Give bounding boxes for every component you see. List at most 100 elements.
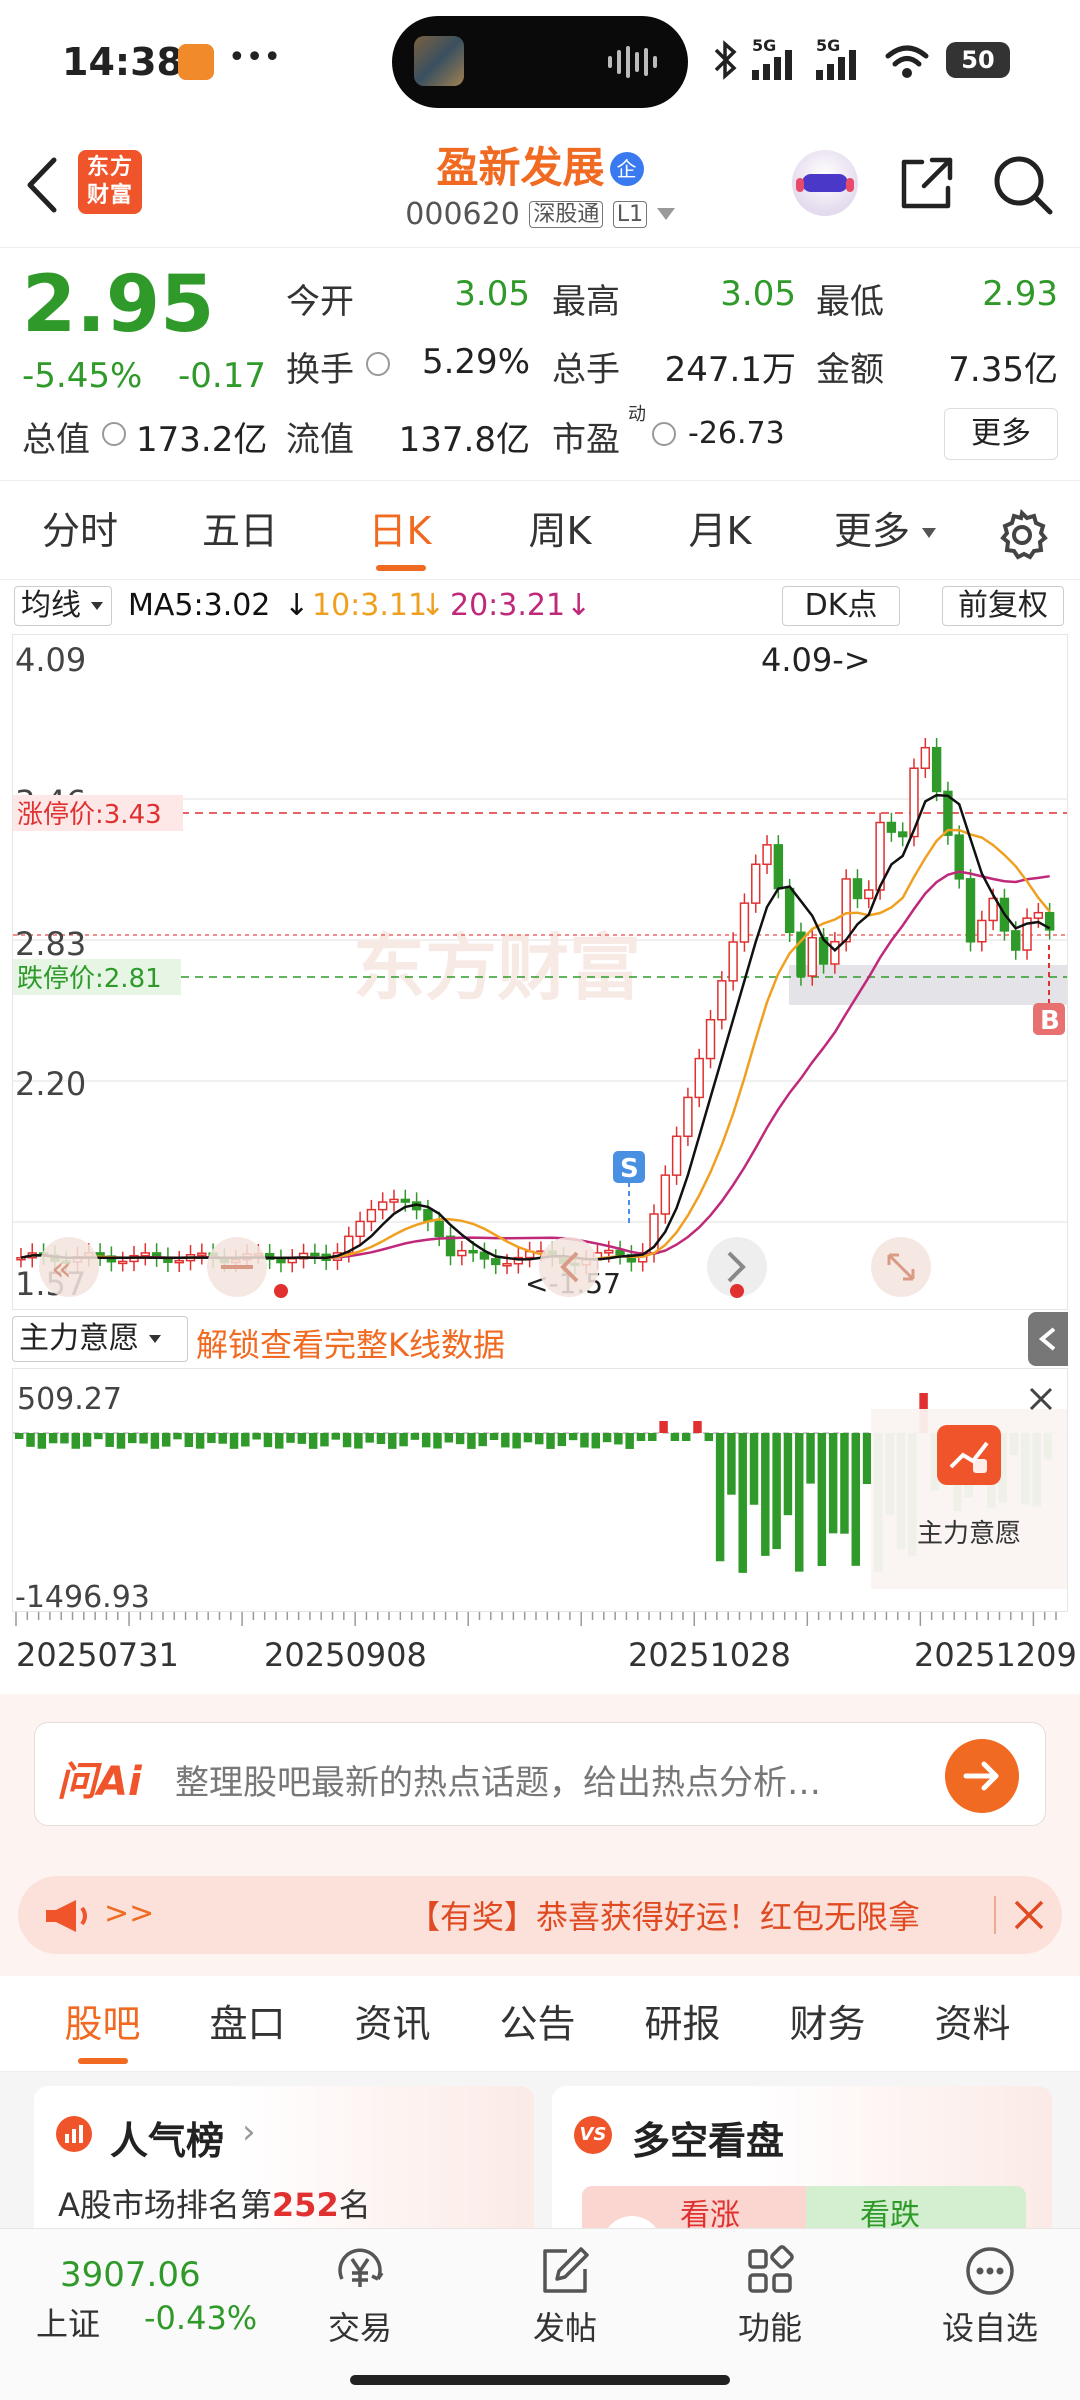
- popularity-rank-line: A股市场排名第252名: [58, 2180, 371, 2226]
- kline-chart[interactable]: 东方财富 4.09 3.46 2.83 2.20 1.57 涨停价:3.43 跌…: [12, 634, 1068, 1310]
- kline-svg[interactable]: 东方财富 4.09 3.46 2.83 2.20 1.57 涨停价:3.43 跌…: [13, 635, 1068, 1310]
- bluetooth-icon: [714, 40, 737, 80]
- unlock-kline-link[interactable]: 解锁查看完整K线数据: [196, 1320, 505, 1366]
- ai-send-button[interactable]: [945, 1739, 1019, 1813]
- bull-button[interactable]: 看涨: [582, 2186, 806, 2228]
- share-icon[interactable]: [898, 154, 956, 212]
- candle-body: [671, 1135, 682, 1176]
- candle-body: [140, 1252, 151, 1257]
- candle-body: [400, 1198, 411, 1203]
- notice-text-clip: 【有奖】恭喜获得好运！红包无限拿: [408, 1892, 988, 1938]
- indicator-bar: [795, 1433, 804, 1572]
- section-tab-research[interactable]: 研报: [610, 1976, 755, 2072]
- nav-trade[interactable]: 交易: [300, 2229, 420, 2359]
- dk-point-button[interactable]: DK点: [782, 586, 900, 626]
- indicator-select[interactable]: 主力意愿: [12, 1316, 188, 1362]
- section-tab-guba[interactable]: 股吧: [30, 1976, 175, 2072]
- dropdown-caret-icon[interactable]: [656, 208, 675, 220]
- bear-button[interactable]: 看跌: [806, 2186, 1026, 2228]
- candle-body: [287, 1258, 297, 1264]
- ma-bar: 均线 MA5:3.02 ↓ 10:3.11 ↓ 20:3.21 ↓ DK点 前复…: [0, 580, 1080, 632]
- media-thumbnail: [414, 36, 464, 86]
- indicator-promo-card[interactable]: 主力意愿: [871, 1409, 1067, 1589]
- indicator-bar: [173, 1433, 182, 1440]
- tab-daily-k[interactable]: 日K: [320, 481, 480, 581]
- bull-bear-card[interactable]: VS 多空看盘 看涨 看跌: [552, 2086, 1052, 2228]
- tab-more[interactable]: 更多: [800, 481, 970, 581]
- tab-monthly-k-label: 月K: [688, 509, 752, 553]
- popularity-card[interactable]: 人气榜 › A股市场排名第252名: [34, 2086, 534, 2228]
- current-price: 2.95: [22, 260, 215, 350]
- indicator-bar: [806, 1433, 815, 1484]
- ma20-value: 20:3.21: [450, 588, 566, 623]
- ai-robot-avatar[interactable]: [792, 150, 858, 216]
- y-label-top: 4.09: [15, 641, 86, 679]
- candle-body: [683, 1096, 693, 1138]
- date-label-2: 20250908: [264, 1636, 427, 1674]
- tab-five-day[interactable]: 五日: [160, 481, 320, 581]
- adjustment-button[interactable]: 前复权: [942, 586, 1064, 626]
- high-label: 最高: [552, 282, 620, 322]
- limit-down-text: 跌停价:2.81: [17, 964, 162, 994]
- section-tab-finance[interactable]: 财务: [755, 1976, 900, 2072]
- search-icon[interactable]: [992, 154, 1054, 216]
- bear-label: 看跌: [860, 2198, 920, 2228]
- scroll-left-button[interactable]: [539, 1237, 599, 1297]
- section-tab-pankou[interactable]: 盘口: [175, 1976, 320, 2072]
- indicator-bar: [60, 1433, 69, 1444]
- indicator-chart[interactable]: 509.27 -1496.93 主力意愿: [12, 1368, 1068, 1612]
- indicator-bar: [681, 1433, 691, 1441]
- candle-body: [717, 980, 727, 1021]
- turnover-info-icon[interactable]: [366, 352, 390, 376]
- ma5-value: MA5:3.02: [128, 588, 271, 623]
- ai-question-box[interactable]: 问Ai 整理股吧最新的热点话题，给出热点分析…: [34, 1722, 1046, 1826]
- battery-indicator: 50: [946, 42, 1010, 78]
- indicator-bar: [263, 1433, 273, 1448]
- candle-body: [174, 1259, 184, 1264]
- open-label: 今开: [286, 282, 354, 322]
- date-axis: 20250731 20250908 20251028 20251209: [0, 1612, 1080, 1692]
- indicator-bar: [161, 1433, 171, 1447]
- tab-intraday-label: 分时: [41, 509, 118, 553]
- section-tab-news[interactable]: 资讯: [320, 1976, 465, 2072]
- notice-divider: [994, 1896, 996, 1934]
- section-tab-announcements[interactable]: 公告: [465, 1976, 610, 2072]
- nav-post[interactable]: 发帖: [505, 2229, 625, 2359]
- tab-monthly-k[interactable]: 月K: [640, 481, 800, 581]
- tab-intraday[interactable]: 分时: [0, 481, 160, 581]
- indicator-bar: [342, 1433, 352, 1448]
- ma20-down-arrow: ↓: [566, 588, 592, 623]
- ma-select-caret-icon: [90, 602, 103, 610]
- pe-dynamic-sup: 动: [628, 404, 646, 425]
- notice-bar[interactable]: >> 【有奖】恭喜获得好运！红包无限拿: [18, 1876, 1062, 1954]
- market-cap-info-icon[interactable]: [102, 422, 126, 446]
- indicator-bar: [535, 1433, 544, 1445]
- nav-functions[interactable]: 功能: [710, 2229, 830, 2359]
- tab-weekly-k[interactable]: 周K: [480, 481, 640, 581]
- nav-add-watchlist[interactable]: 设自选: [915, 2229, 1065, 2359]
- index-ticker[interactable]: 3907.06 上证 -0.43%: [0, 2229, 290, 2359]
- ma-type-select[interactable]: 均线: [14, 586, 112, 626]
- section-tab-profile[interactable]: 资料: [900, 1976, 1045, 2072]
- collapse-side-button[interactable]: [1028, 1312, 1068, 1366]
- pe-info-icon[interactable]: [652, 422, 676, 446]
- candle-body: [897, 831, 908, 838]
- more-button[interactable]: 更多: [944, 408, 1058, 460]
- shenzhen-connect-tag: 深股通: [529, 201, 604, 228]
- indicator-bar: [286, 1433, 295, 1443]
- low-label: 最低: [816, 282, 884, 322]
- ma5-down-arrow: ↓: [284, 588, 310, 623]
- close-indicator-icon[interactable]: [1027, 1385, 1055, 1413]
- candle-body: [660, 1174, 671, 1215]
- index-change: -0.43%: [144, 2299, 258, 2337]
- tab-daily-k-label: 日K: [368, 509, 432, 553]
- bull-up-icon: [602, 2216, 662, 2228]
- candle-body: [615, 1249, 625, 1256]
- indicator-bar: [252, 1433, 261, 1440]
- indicator-bar: [399, 1433, 408, 1447]
- indicator-bar: [365, 1433, 374, 1443]
- date-axis-ticks: [15, 1612, 1057, 1626]
- chart-settings-gear-icon[interactable]: [996, 509, 1048, 561]
- close-notice-icon[interactable]: [1012, 1898, 1046, 1932]
- indicator-bar: [602, 1433, 612, 1443]
